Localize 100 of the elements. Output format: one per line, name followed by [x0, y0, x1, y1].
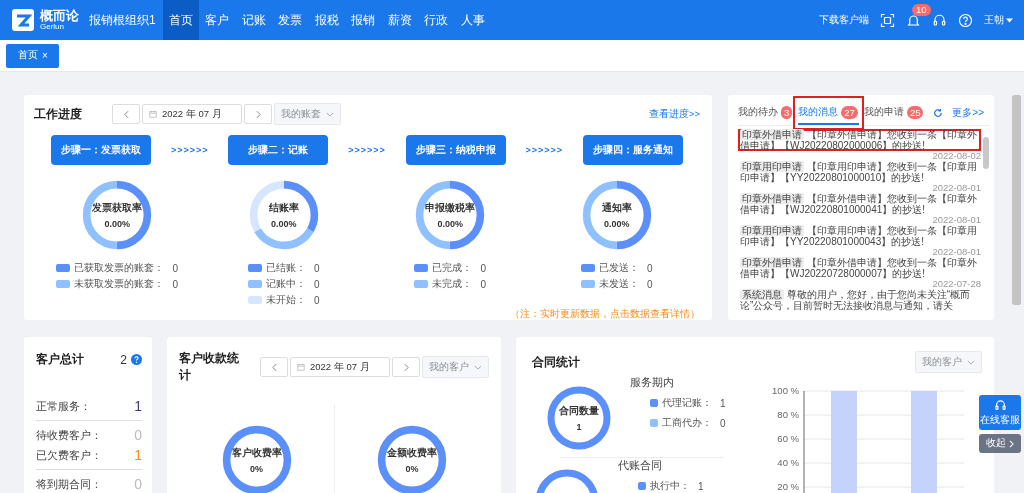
donut-value: 0.00% [271, 218, 297, 229]
legend-label: 未发送： [598, 277, 639, 291]
customer-select[interactable]: 我的客户 [915, 351, 982, 373]
message-text[interactable]: 印章外借申请 【印章外借申请】您收到一条【印章外借申请】【WJ20220728000007】的抄送! [738, 257, 981, 279]
legend-value: 0 [646, 262, 653, 274]
note-text: （注：实时更新数据，点击数据查看详情） [510, 307, 700, 321]
legend-value: 1 [698, 480, 704, 492]
chevron-right-icon [403, 362, 409, 372]
message-tag: 印章外借申请 [740, 193, 804, 204]
step-button[interactable]: 步骤一：发票获取 [51, 135, 151, 165]
message-tab[interactable]: 我的待办 3 [738, 101, 794, 125]
logo-subtitle: Gerlun [40, 23, 65, 31]
message-tag: 印章用印申请 [740, 161, 804, 172]
chevron-down-icon [326, 111, 334, 117]
refresh-icon[interactable] [933, 108, 944, 118]
fullscreen-icon[interactable] [880, 12, 895, 28]
nav-item[interactable]: 报税 [308, 0, 346, 40]
donut-label: 申报缴税率 [425, 201, 476, 215]
step-button[interactable]: 步骤二：记账 [228, 135, 329, 165]
nav-item[interactable]: 发票 [272, 0, 309, 40]
online-service-button[interactable]: 在线客服 [979, 395, 1021, 430]
donut-label: 客户收费率 [231, 446, 282, 460]
message-tag: 印章用印申请 [740, 225, 804, 236]
axis-tick-label: 60 % [777, 433, 799, 444]
help-icon[interactable] [958, 12, 973, 28]
message-tab[interactable]: 我的消息 27 [798, 101, 859, 125]
nav-item[interactable]: 报销 [345, 0, 382, 40]
legend-label: 已结账： [265, 261, 306, 275]
nav-item[interactable]: 客户 [199, 0, 236, 40]
page-tab[interactable]: 首页 × [6, 43, 59, 68]
message-text[interactable]: 系统消息 尊敬的用户，您好，由于您尚未关注“概而论”公众号，目前暂时无法接收消息与通知，请关 [738, 289, 981, 311]
collapse-button[interactable]: 收起 [979, 434, 1021, 453]
scrollbar-thumb[interactable] [983, 137, 989, 169]
chevron-right-icon [255, 109, 261, 119]
calendar-icon [149, 110, 157, 118]
message-text[interactable]: 印章外借申请 【印章外借申请】您收到一条【印章外借申请】【WJ20220801000041】的抄送! [738, 193, 981, 215]
message-tab[interactable]: 我的申请 25 [863, 101, 925, 125]
chevron-down-icon [474, 364, 482, 370]
step-button[interactable]: 步骤三：纳税申报 [405, 135, 506, 165]
section-title: 服务期内 [630, 375, 675, 390]
chevron-left-icon [271, 362, 277, 372]
donut-value: 0% [250, 463, 263, 474]
bell-icon[interactable] [906, 12, 921, 28]
message-text[interactable]: 印章外借申请 【印章外借申请】您收到一条【印章外借申请】【WJ20220802000006】的抄送! [738, 129, 981, 151]
chevron-right-icon [1009, 439, 1014, 448]
nav-item[interactable]: 记账 [235, 0, 273, 40]
legend-value: 0 [480, 278, 487, 290]
stat-value[interactable]: 1 [134, 447, 142, 463]
count-badge: 3 [781, 105, 793, 119]
step-connector: >>>>>> [525, 145, 564, 155]
section-title: 代账合同 [618, 458, 663, 473]
card-title: 工作进度 [34, 105, 82, 123]
legend-value: 0 [172, 262, 179, 274]
donut-label: 结账率 [268, 201, 299, 215]
message-date: 2022-08-01 [932, 215, 981, 225]
close-icon[interactable]: × [42, 50, 48, 61]
nav-item[interactable]: 首页 [162, 0, 200, 40]
message-date: 2022-08-01 [932, 247, 981, 257]
donut-label: 合同数量 [559, 404, 599, 418]
count-badge: 25 [906, 105, 924, 119]
stat-value[interactable]: 1 [134, 398, 142, 414]
download-client-link[interactable]: 下载客户端 [819, 13, 869, 27]
donut-value: 0.00% [104, 218, 130, 229]
axis-tick-label: 80 % [777, 409, 799, 420]
stat-label: 已欠费客户： [36, 447, 102, 463]
help-icon[interactable] [131, 354, 142, 365]
legend-label: 已获取发票的账套： [74, 261, 165, 275]
message-text[interactable]: 印章用印申请 【印章用印申请】您收到一条【印章用印申请】【YY20220801000043】的抄送! [738, 225, 981, 247]
axis-tick-label: 20 % [777, 481, 799, 492]
month-field[interactable]: 2022 年 07 月 [290, 357, 390, 377]
donut-label: 发票获取率 [92, 201, 143, 215]
message-text[interactable]: 印章用印申请 【印章用印申请】您收到一条【印章用印申请】【YY20220801000010】的抄送! [738, 161, 981, 183]
stat-label: 正常服务： [36, 398, 91, 414]
legend-label: 未完成： [432, 277, 473, 291]
account-select[interactable]: 我的账套 [274, 103, 341, 125]
notification-badge: 10 [912, 3, 931, 16]
message-tag: 印章外借申请 [740, 129, 804, 140]
message-date: 2022-08-02 [932, 151, 981, 161]
calendar-icon [297, 363, 305, 371]
view-progress-link[interactable]: 查看进度>> [648, 107, 700, 121]
headset-icon[interactable] [932, 12, 947, 28]
organization-name[interactable]: 报销根组织1 [89, 11, 156, 29]
nav-item[interactable]: 行政 [418, 0, 455, 40]
customer-select[interactable]: 我的客户 [422, 356, 489, 378]
page-scrollbar-thumb[interactable] [1012, 95, 1021, 305]
donut-label: 金额收费率 [387, 446, 437, 460]
donut-value: 0% [405, 463, 419, 474]
nav-item[interactable]: 人事 [454, 0, 492, 40]
step-button[interactable]: 步骤四：服务通知 [583, 135, 683, 165]
more-link[interactable]: 更多>> [952, 106, 984, 120]
legend-label: 工商代办： [662, 416, 712, 430]
nav-item[interactable]: 薪资 [381, 0, 419, 40]
message-tag: 印章外借申请 [740, 257, 804, 268]
legend-label: 未开始： [265, 293, 306, 307]
user-menu[interactable]: 王朝 [984, 13, 1013, 27]
chevron-down-icon [967, 359, 975, 365]
month-field[interactable]: 2022 年 07 月 [142, 104, 242, 124]
axis-tick-label: 40 % [777, 457, 799, 468]
legend-value: 0 [313, 294, 320, 306]
axis-tick-label: 100 % [772, 385, 799, 396]
